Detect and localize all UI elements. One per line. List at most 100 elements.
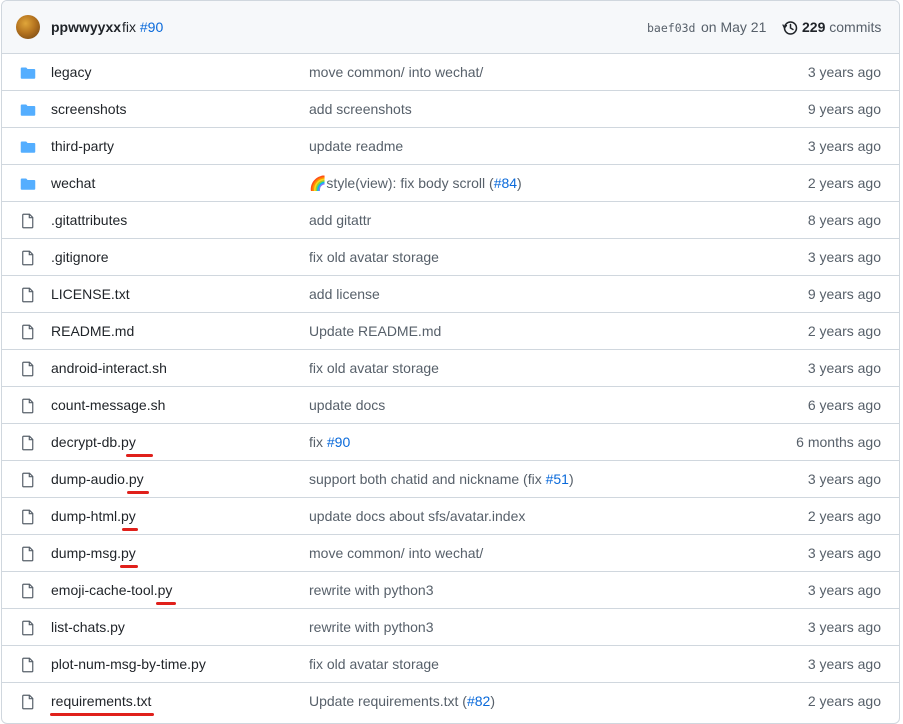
- file-row[interactable]: dump-html.py update docs about sfs/avatar…: [2, 498, 899, 535]
- file-commit-text[interactable]: fix old avatar storage: [309, 656, 439, 672]
- file-name-link[interactable]: decrypt-db.py: [51, 434, 136, 450]
- file-commit-message[interactable]: fix old avatar storage: [309, 249, 439, 265]
- file-row[interactable]: .gitignore fix old avatar storage 3 years …: [2, 239, 899, 276]
- file-icon: [22, 546, 34, 562]
- file-commit-text[interactable]: Update requirements.txt (: [309, 693, 467, 709]
- file-row[interactable]: third-party update readme 3 years ago: [2, 128, 899, 165]
- file-commit-text[interactable]: fix: [309, 434, 327, 450]
- file-commit-text[interactable]: add screenshots: [309, 101, 412, 117]
- commit-sha-link[interactable]: baef03d: [647, 21, 695, 35]
- file-listing: ppwwyyxx fix #90 baef03d on May 21 229 c…: [1, 0, 900, 724]
- file-row[interactable]: screenshots add screenshots 9 years ago: [2, 91, 899, 128]
- file-commit-text[interactable]: update docs: [309, 397, 385, 413]
- file-row[interactable]: LICENSE.txt add license 9 years ago: [2, 276, 899, 313]
- file-name-link[interactable]: LICENSE.txt: [51, 286, 130, 302]
- file-commit-message[interactable]: fix #90: [309, 434, 350, 450]
- file-commit-suffix[interactable]: ): [569, 471, 574, 487]
- file-commit-message[interactable]: rewrite with python3: [309, 619, 434, 635]
- file-commit-message[interactable]: rewrite with python3: [309, 582, 434, 598]
- file-row[interactable]: .gitattributes add gitattr 8 years ago: [2, 202, 899, 239]
- commit-issue-link[interactable]: #90: [140, 19, 163, 35]
- file-name-link[interactable]: wechat: [51, 175, 95, 191]
- file-commit-issue-link[interactable]: #82: [467, 693, 490, 709]
- file-name-link[interactable]: README.md: [51, 323, 134, 339]
- file-commit-text[interactable]: fix old avatar storage: [309, 360, 439, 376]
- file-row[interactable]: requirements.txt Update requirements.txt …: [2, 683, 899, 720]
- file-icon: [22, 694, 34, 710]
- file-commit-message[interactable]: 🌈style(view): fix body scroll (#84): [309, 175, 522, 192]
- file-row[interactable]: dump-msg.py move common/ into wechat/3 ye…: [2, 535, 899, 572]
- file-name-link[interactable]: legacy: [51, 64, 91, 80]
- file-name-link[interactable]: count-message.sh: [51, 397, 165, 413]
- file-row[interactable]: legacy move common/ into wechat/3 years a…: [2, 54, 899, 91]
- file-commit-message[interactable]: move common/ into wechat/: [309, 545, 483, 561]
- file-commit-suffix[interactable]: ): [490, 693, 495, 709]
- history-icon[interactable]: [782, 20, 798, 36]
- file-row[interactable]: android-interact.sh fix old avatar storag…: [2, 350, 899, 387]
- file-commit-message[interactable]: add screenshots: [309, 101, 412, 117]
- file-name-link[interactable]: .gitignore: [51, 249, 109, 265]
- file-commit-text[interactable]: rewrite with python3: [309, 619, 434, 635]
- file-commit-age: 3 years ago: [807, 64, 881, 80]
- file-name-link[interactable]: dump-msg.py: [51, 545, 136, 561]
- file-commit-suffix[interactable]: ): [517, 175, 522, 191]
- file-commit-message[interactable]: fix old avatar storage: [309, 360, 439, 376]
- file-commit-text[interactable]: add gitattr: [309, 212, 371, 228]
- commit-message[interactable]: fix #90: [122, 19, 163, 35]
- file-commit-text[interactable]: Update README.md: [309, 323, 441, 339]
- file-row[interactable]: count-message.sh update docs 6 years ago: [2, 387, 899, 424]
- commit-count[interactable]: 229: [802, 19, 825, 35]
- file-commit-text[interactable]: rewrite with python3: [309, 582, 434, 598]
- file-commit-message[interactable]: update docs about sfs/avatar.index: [309, 508, 525, 524]
- file-commit-message[interactable]: add gitattr: [309, 212, 371, 228]
- file-commit-text[interactable]: 🌈style(view): fix body scroll (: [309, 175, 494, 191]
- file-commit-message[interactable]: move common/ into wechat/: [309, 64, 483, 80]
- avatar[interactable]: [16, 15, 40, 39]
- file-commit-age: 6 months ago: [796, 434, 881, 450]
- file-row[interactable]: list-chats.py rewrite with python3 3 years…: [2, 609, 899, 646]
- file-row[interactable]: emoji-cache-tool.py rewrite with python3 3…: [2, 572, 899, 609]
- file-name-link[interactable]: screenshots: [51, 101, 126, 117]
- file-commit-text[interactable]: support both chatid and nickname (fix: [309, 471, 546, 487]
- file-row[interactable]: wechat 🌈style(view): fix body scroll (#84…: [2, 165, 899, 202]
- file-icon: [22, 657, 34, 673]
- file-commit-text[interactable]: move common/ into wechat/: [309, 64, 483, 80]
- commit-author-link[interactable]: ppwwyyxx: [51, 19, 121, 35]
- file-commit-age: 9 years ago: [807, 101, 881, 117]
- file-commit-age: 2 years ago: [807, 693, 881, 709]
- file-commit-text[interactable]: update readme: [309, 138, 403, 154]
- file-row[interactable]: README.md Update README.md 2 years ago: [2, 313, 899, 350]
- folder-icon: [20, 67, 36, 79]
- file-commit-issue-link[interactable]: #51: [546, 471, 569, 487]
- file-commit-message[interactable]: Update requirements.txt (#82): [309, 693, 495, 709]
- file-commit-text[interactable]: add license: [309, 286, 380, 302]
- file-commit-message[interactable]: update readme: [309, 138, 403, 154]
- file-commit-message[interactable]: Update README.md: [309, 323, 441, 339]
- file-name-link[interactable]: dump-audio.py: [51, 471, 144, 487]
- file-name-link[interactable]: dump-html.py: [51, 508, 136, 524]
- commit-message-text[interactable]: fix: [122, 19, 136, 35]
- file-commit-message[interactable]: fix old avatar storage: [309, 656, 439, 672]
- file-commit-text[interactable]: fix old avatar storage: [309, 249, 439, 265]
- file-commit-issue-link[interactable]: #84: [494, 175, 517, 191]
- file-row[interactable]: decrypt-db.py fix #90 6 months ago: [2, 424, 899, 461]
- file-name-link[interactable]: list-chats.py: [51, 619, 125, 635]
- file-icon: [22, 583, 34, 599]
- file-commit-text[interactable]: move common/ into wechat/: [309, 545, 483, 561]
- file-commit-message[interactable]: support both chatid and nickname (fix #5…: [309, 471, 574, 487]
- file-name-link[interactable]: requirements.txt: [51, 693, 151, 709]
- commits-link[interactable]: 229 commits: [802, 19, 881, 35]
- file-name-link[interactable]: plot-num-msg-by-time.py: [51, 656, 206, 672]
- file-name-link[interactable]: emoji-cache-tool.py: [51, 582, 172, 598]
- file-row[interactable]: plot-num-msg-by-time.py fix old avatar st…: [2, 646, 899, 683]
- file-commit-text[interactable]: update docs about sfs/avatar.index: [309, 508, 525, 524]
- file-commit-issue-link[interactable]: #90: [327, 434, 350, 450]
- file-commit-age: 6 years ago: [807, 397, 881, 413]
- file-name-link[interactable]: third-party: [51, 138, 114, 154]
- commits-label[interactable]: commits: [829, 19, 881, 35]
- file-name-link[interactable]: android-interact.sh: [51, 360, 167, 376]
- file-row[interactable]: dump-audio.py support both chatid and nic…: [2, 461, 899, 498]
- file-commit-message[interactable]: add license: [309, 286, 380, 302]
- file-commit-message[interactable]: update docs: [309, 397, 385, 413]
- file-name-link[interactable]: .gitattributes: [51, 212, 127, 228]
